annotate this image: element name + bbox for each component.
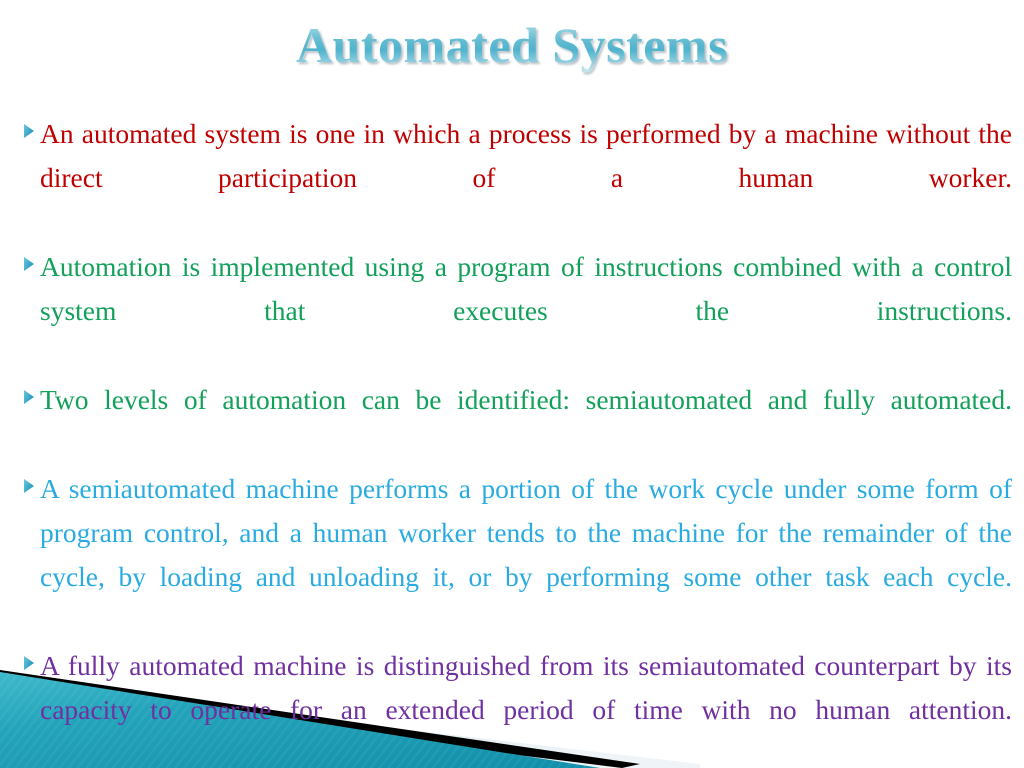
bullet-item-2: Automation is implemented using a progra… bbox=[18, 245, 1014, 377]
bullet-text: A fully automated machine is distinguish… bbox=[40, 650, 1012, 725]
triangle-right-icon bbox=[18, 378, 40, 405]
bullet-item-3: Two levels of automation can be identifi… bbox=[18, 378, 1014, 466]
bullet-item-1: An automated system is one in which a pr… bbox=[18, 112, 1014, 244]
triangle-right-icon bbox=[18, 467, 40, 494]
bullet-item-5: A fully automated machine is distinguish… bbox=[18, 644, 1014, 768]
page-title: Automated Systems bbox=[295, 17, 729, 73]
bullet-text: Two levels of automation can be identifi… bbox=[40, 384, 1012, 415]
triangle-right-icon bbox=[18, 644, 40, 671]
bullet-text: A semiautomated machine performs a porti… bbox=[40, 473, 1012, 592]
bullet-text: Automation is implemented using a progra… bbox=[40, 251, 1012, 326]
triangle-right-icon bbox=[18, 112, 40, 139]
title-area: Automated Systems bbox=[0, 16, 1024, 78]
bullet-list: An automated system is one in which a pr… bbox=[18, 112, 1014, 768]
bullet-item-4: A semiautomated machine performs a porti… bbox=[18, 467, 1014, 643]
triangle-right-icon bbox=[18, 245, 40, 272]
bullet-text: An automated system is one in which a pr… bbox=[40, 118, 1012, 193]
slide-canvas: Automated Systems An automated system is… bbox=[0, 0, 1024, 768]
